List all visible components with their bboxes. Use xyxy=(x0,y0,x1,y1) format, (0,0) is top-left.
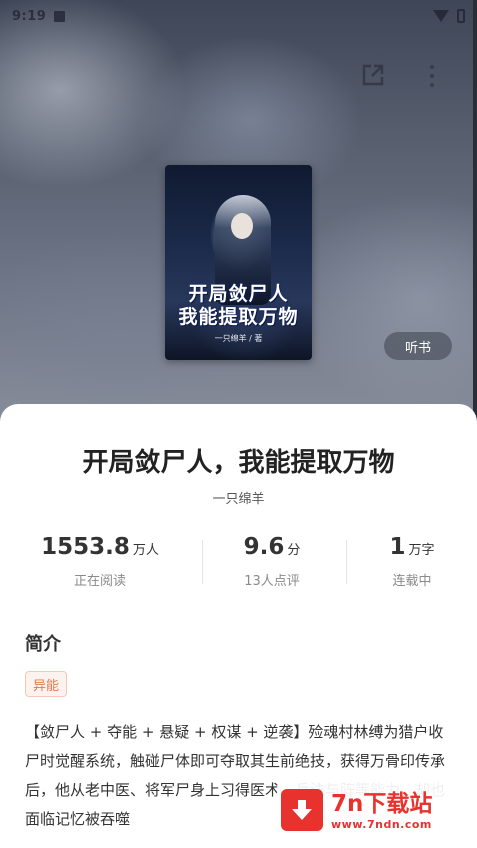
edge-strip xyxy=(473,0,477,440)
share-icon xyxy=(362,64,384,86)
watermark-url: www.7ndn.com xyxy=(331,817,432,831)
genre-tag[interactable]: 异能 xyxy=(25,671,68,697)
cover-title: 开局敛尸人 我能提取万物 xyxy=(178,283,299,328)
share-button[interactable] xyxy=(358,60,388,90)
intro-heading: 简介 xyxy=(25,634,61,655)
stats-row: 1553.8 万人 正在阅读 9.6 分 13人点评 1 万字 连载中 xyxy=(0,534,477,598)
listen-button[interactable]: 听书 xyxy=(384,332,452,360)
battery-icon xyxy=(457,9,465,23)
book-title: 开局敛尸人，我能提取万物 xyxy=(82,448,395,478)
cover-author: 一只绵羊 / 著 xyxy=(214,334,263,343)
more-options-button[interactable] xyxy=(422,62,442,90)
more-vert-icon xyxy=(430,64,434,69)
cover-face xyxy=(231,213,253,239)
download-icon xyxy=(281,789,323,831)
status-bar: 9:19 xyxy=(0,0,477,32)
book-cover[interactable]: 开局敛尸人 我能提取万物 一只绵羊 / 著 xyxy=(165,165,312,360)
stat-rating[interactable]: 9.6 分 13人点评 xyxy=(202,534,342,589)
book-author[interactable]: 一只绵羊 xyxy=(0,488,477,507)
status-time: 9:19 xyxy=(12,8,47,24)
watermark: 7n下载站 www.7ndn.com xyxy=(277,782,467,838)
wifi-icon xyxy=(433,10,449,22)
watermark-name: 7n下载站 xyxy=(331,790,433,817)
notification-icon xyxy=(54,10,66,22)
stat-word-count: 1 万字 连载中 xyxy=(389,534,435,589)
stat-readers: 1553.8 万人 正在阅读 xyxy=(41,534,159,589)
